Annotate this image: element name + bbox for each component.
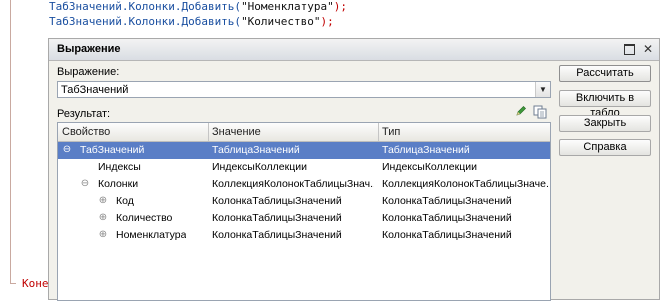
- close-window-button[interactable]: ✕: [641, 42, 655, 56]
- table-row[interactable]: ⊕ Код КолонкаТаблицыЗначений КолонкаТабл…: [58, 193, 550, 210]
- column-header-value[interactable]: Значение: [212, 126, 261, 138]
- column-header-property[interactable]: Свойство: [62, 126, 110, 138]
- copy-to-clipboard-icon[interactable]: [533, 105, 547, 119]
- close-icon: ✕: [642, 42, 654, 56]
- row-value: КолонкаТаблицыЗначений: [212, 195, 342, 207]
- column-divider[interactable]: [378, 123, 379, 141]
- code-block-bracket: [10, 0, 11, 283]
- table-row[interactable]: ⊕ Номенклатура КолонкаТаблицыЗначений Ко…: [58, 227, 550, 244]
- help-button[interactable]: Справка: [559, 139, 651, 156]
- table-row[interactable]: ⊕ Количество КолонкаТаблицыЗначений Коло…: [58, 210, 550, 227]
- expand-icon[interactable]: ⊕: [98, 195, 108, 206]
- row-property: Колонки: [98, 178, 139, 190]
- dialog-titlebar[interactable]: Выражение ✕: [49, 39, 659, 61]
- maximize-button[interactable]: [622, 42, 636, 56]
- row-value: КолонкаТаблицыЗначений: [212, 212, 342, 224]
- table-row[interactable]: ⊖ Колонки КоллекцияКолонокТаблицыЗнач...…: [58, 176, 550, 193]
- expression-field[interactable]: ▼: [57, 81, 551, 98]
- row-type: КоллекцияКолонокТаблицыЗначе...: [382, 178, 548, 190]
- row-property: Код: [116, 195, 134, 207]
- row-value: ИндексыКоллекции: [212, 161, 307, 173]
- row-type: КолонкаТаблицыЗначений: [382, 229, 512, 241]
- grid-header: Свойство Значение Тип: [58, 123, 550, 142]
- expression-dropdown-button[interactable]: ▼: [535, 82, 550, 97]
- column-header-type[interactable]: Тип: [382, 126, 400, 138]
- row-property: Номенклатура: [116, 229, 187, 241]
- expand-icon[interactable]: ⊕: [98, 229, 108, 240]
- collapse-icon[interactable]: ⊖: [62, 144, 72, 155]
- code-line-1: ТабЗначений.Колонки.Добавить("Номенклату…: [49, 0, 348, 13]
- result-label: Результат:: [57, 108, 111, 120]
- row-type: ИндексыКоллекции: [382, 161, 477, 173]
- maximize-icon: [623, 44, 635, 55]
- row-value: КолонкаТаблицыЗначений: [212, 229, 342, 241]
- code-line-tail: Коне: [22, 277, 49, 290]
- code-block-bracket-end: [10, 283, 16, 284]
- expression-dialog: Выражение ✕ Выражение: ▼ Результат: Свой…: [48, 38, 660, 301]
- row-property: ТабЗначений: [80, 144, 145, 156]
- row-value: КоллекцияКолонокТаблицыЗнач...: [212, 178, 374, 190]
- table-row[interactable]: Индексы ИндексыКоллекции ИндексыКоллекци…: [58, 159, 550, 176]
- dialog-title: Выражение: [57, 43, 121, 55]
- expand-icon[interactable]: ⊕: [98, 212, 108, 223]
- close-button[interactable]: Закрыть: [559, 115, 651, 132]
- collapse-icon[interactable]: ⊖: [80, 178, 90, 189]
- row-type: КолонкаТаблицыЗначений: [382, 195, 512, 207]
- row-value: ТаблицаЗначений: [212, 144, 300, 156]
- table-row[interactable]: ⊖ ТабЗначений ТаблицаЗначений ТаблицаЗна…: [58, 142, 550, 159]
- expression-input[interactable]: [58, 82, 542, 97]
- row-type: ТаблицаЗначений: [382, 144, 470, 156]
- column-divider[interactable]: [208, 123, 209, 141]
- calculate-button[interactable]: Рассчитать: [559, 65, 651, 82]
- edit-pencil-icon[interactable]: [515, 105, 527, 117]
- result-grid[interactable]: Свойство Значение Тип ⊖ ТабЗначений Табл…: [57, 122, 551, 301]
- row-property: Индексы: [98, 161, 141, 173]
- chevron-down-icon: ▼: [539, 85, 547, 94]
- expression-label: Выражение:: [57, 66, 120, 78]
- row-type: КолонкаТаблицыЗначений: [382, 212, 512, 224]
- row-property: Количество: [116, 212, 173, 224]
- code-line-2: ТабЗначений.Колонки.Добавить("Количество…: [49, 15, 334, 28]
- add-to-watch-button[interactable]: Включить в табло: [559, 90, 651, 119]
